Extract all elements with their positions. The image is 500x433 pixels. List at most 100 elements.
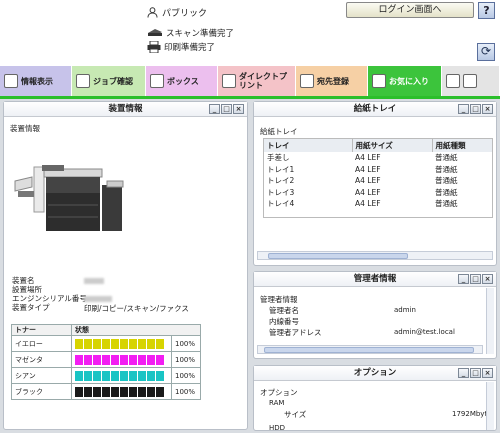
toner-level-segment	[111, 386, 119, 397]
admin-name-value: admin	[394, 306, 416, 314]
toner-level-segment	[156, 354, 164, 365]
cell: A4 LEF	[355, 199, 381, 209]
toner-level-segment	[138, 370, 146, 381]
tab-label: お気に入り	[389, 76, 429, 86]
tab-bar: 情報表示 ジョブ確認 ボックス ダイレクトプリント 宛先登録 お気に入り	[0, 66, 500, 98]
keypad-icon	[463, 74, 477, 88]
tab-favorites[interactable]: お気に入り	[368, 66, 442, 96]
print-status: 印刷準備完了	[147, 41, 215, 53]
cell: トレイ4	[267, 199, 295, 209]
device-panel-title: 装置情報	[108, 104, 143, 114]
toner-percent: 100%	[171, 335, 201, 352]
admin-info-panel: 管理者情報 _ □ × 管理者情報 管理者名 admin 内線番号 管理者アドレス …	[253, 271, 497, 359]
option-panel: オプション _ □ × オプション RAM サイズ 1792Mbyte HDD	[253, 365, 497, 432]
direct-print-icon	[222, 74, 236, 88]
login-screen-button[interactable]: ログイン画面へ	[346, 2, 474, 18]
location-label: 設置場所	[12, 285, 42, 294]
maximize-button[interactable]: □	[470, 104, 481, 114]
table-row: トレイ3 A4 LEF 普通紙	[264, 187, 492, 199]
cell: 手差し	[267, 153, 290, 163]
toner-level-segment	[129, 370, 137, 381]
vertical-scrollbar[interactable]	[486, 382, 494, 430]
printer-image	[14, 165, 124, 231]
toner-level-segment	[120, 370, 128, 381]
cell: A4 LEF	[355, 153, 381, 163]
toner-level-segment	[84, 386, 92, 397]
tab-label: ダイレクトプリント	[239, 72, 287, 90]
toner-level-segment	[129, 386, 137, 397]
horizontal-scrollbar[interactable]	[257, 251, 493, 260]
tab-extra[interactable]	[442, 66, 500, 96]
tab-job[interactable]: ジョブ確認	[72, 66, 146, 96]
cell: 普通紙	[435, 153, 458, 163]
tab-box[interactable]: ボックス	[146, 66, 218, 96]
minimize-button[interactable]: _	[458, 274, 469, 284]
toner-level-bar	[75, 338, 168, 349]
toner-level-segment	[84, 370, 92, 381]
scanner-icon	[148, 29, 162, 36]
toner-level-segment	[93, 386, 101, 397]
ram-label: RAM	[269, 399, 285, 407]
close-button[interactable]: ×	[233, 104, 244, 114]
cell: A4 LEF	[355, 164, 381, 174]
paper-tray-table: トレイ 用紙サイズ 用紙種類 手差し A4 LEF 普通紙 トレイ1 A4 LEF 普通紙 …	[264, 139, 492, 210]
toner-name: シアン	[11, 367, 72, 384]
scroll-thumb[interactable]	[268, 253, 408, 259]
column-header: 用紙種類	[432, 139, 492, 152]
close-button[interactable]: ×	[482, 368, 493, 378]
toner-level-bar	[75, 370, 168, 381]
scroll-thumb[interactable]	[264, 347, 474, 353]
table-row: マゼンタ 100%	[11, 351, 201, 368]
device-info-labels: 装置名 設置場所 エンジンシリアル番号 装置タイプ	[12, 276, 87, 312]
user-name: パブリック	[162, 9, 208, 19]
cell: トレイ3	[267, 187, 295, 197]
close-button[interactable]: ×	[482, 104, 493, 114]
section-heading: オプション	[260, 388, 298, 397]
help-button[interactable]: ?	[478, 2, 495, 19]
tab-info[interactable]: 情報表示	[0, 66, 72, 96]
tab-label: 情報表示	[21, 76, 53, 86]
toner-level-segment	[156, 338, 164, 349]
toner-level-segment	[147, 338, 155, 349]
toner-level-segment	[93, 354, 101, 365]
user-indicator: パブリック	[147, 6, 207, 19]
status-header: 状態	[71, 324, 201, 336]
job-icon	[76, 74, 90, 88]
table-row: 手差し A4 LEF 普通紙	[264, 152, 492, 164]
admin-email-value: admin@test.local	[394, 328, 455, 336]
minimize-button[interactable]: _	[458, 104, 469, 114]
toner-name: イエロー	[11, 335, 72, 352]
tab-address[interactable]: 宛先登録	[296, 66, 368, 96]
toner-level-segment	[111, 354, 119, 365]
close-button[interactable]: ×	[482, 274, 493, 284]
refresh-button[interactable]: ⟳	[477, 43, 495, 61]
maximize-button[interactable]: □	[470, 368, 481, 378]
favorites-icon	[372, 74, 386, 88]
admin-email-label: 管理者アドレス	[269, 328, 322, 337]
vertical-scrollbar[interactable]	[486, 288, 494, 354]
table-row: シアン 100%	[11, 367, 201, 384]
table-row: トレイ1 A4 LEF 普通紙	[264, 164, 492, 176]
toner-level-segment	[120, 338, 128, 349]
admin-panel-title: 管理者情報	[353, 274, 397, 284]
toner-level-segment	[102, 386, 110, 397]
toner-level-segment	[138, 354, 146, 365]
horizontal-scrollbar[interactable]	[257, 345, 483, 354]
maximize-button[interactable]: □	[221, 104, 232, 114]
info-display-icon	[4, 74, 18, 88]
maximize-button[interactable]: □	[470, 274, 481, 284]
tab-label: 宛先登録	[317, 76, 349, 86]
cell: A4 LEF	[355, 176, 381, 186]
toner-level-segment	[147, 354, 155, 365]
toner-level-segment	[75, 386, 83, 397]
minimize-button[interactable]: _	[209, 104, 220, 114]
minimize-button[interactable]: _	[458, 368, 469, 378]
toner-level-segment	[75, 354, 83, 365]
print-status-text: 印刷準備完了	[164, 43, 216, 53]
cell: 普通紙	[435, 164, 458, 174]
tab-direct-print[interactable]: ダイレクトプリント	[218, 66, 296, 96]
section-heading: 管理者情報	[260, 295, 298, 304]
toner-percent: 100%	[171, 351, 201, 368]
toner-name: ブラック	[11, 383, 72, 400]
address-book-icon	[300, 74, 314, 88]
